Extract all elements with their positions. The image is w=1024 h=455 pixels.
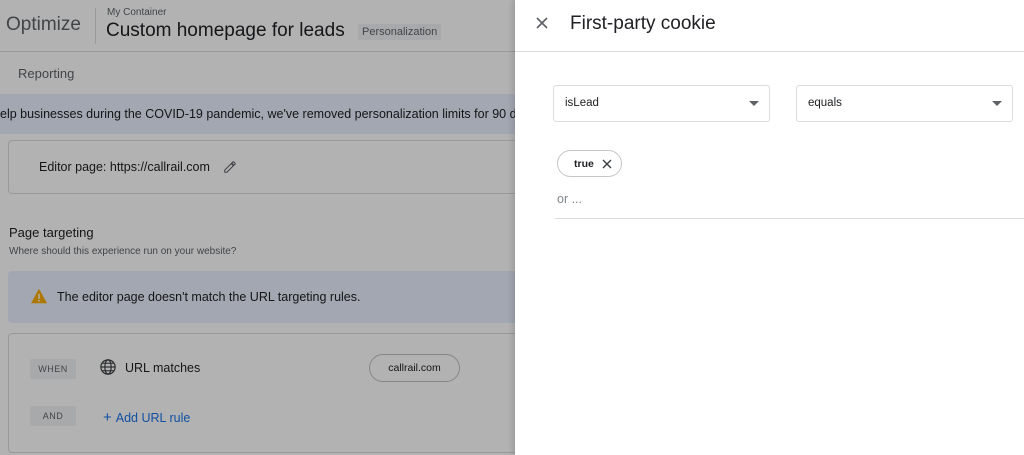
or-placeholder: or ... <box>557 192 583 206</box>
chevron-down-icon <box>992 101 1002 106</box>
cookie-name-value: isLead <box>565 97 599 109</box>
value-chip-true[interactable]: true <box>557 150 622 177</box>
cookie-condition-panel: First-party cookie isLead equals true or… <box>515 0 1024 455</box>
remove-chip-icon[interactable] <box>601 158 613 170</box>
panel-header: First-party cookie <box>515 0 1024 52</box>
chevron-down-icon <box>749 101 759 106</box>
or-value-input[interactable]: or ... <box>555 184 1024 219</box>
value-chip-label: true <box>574 158 594 170</box>
cookie-name-select[interactable]: isLead <box>553 85 770 122</box>
close-icon[interactable] <box>532 13 552 33</box>
operator-value: equals <box>808 97 842 109</box>
modal-scrim[interactable] <box>0 0 515 455</box>
panel-title: First-party cookie <box>570 13 716 34</box>
operator-select[interactable]: equals <box>796 85 1013 122</box>
